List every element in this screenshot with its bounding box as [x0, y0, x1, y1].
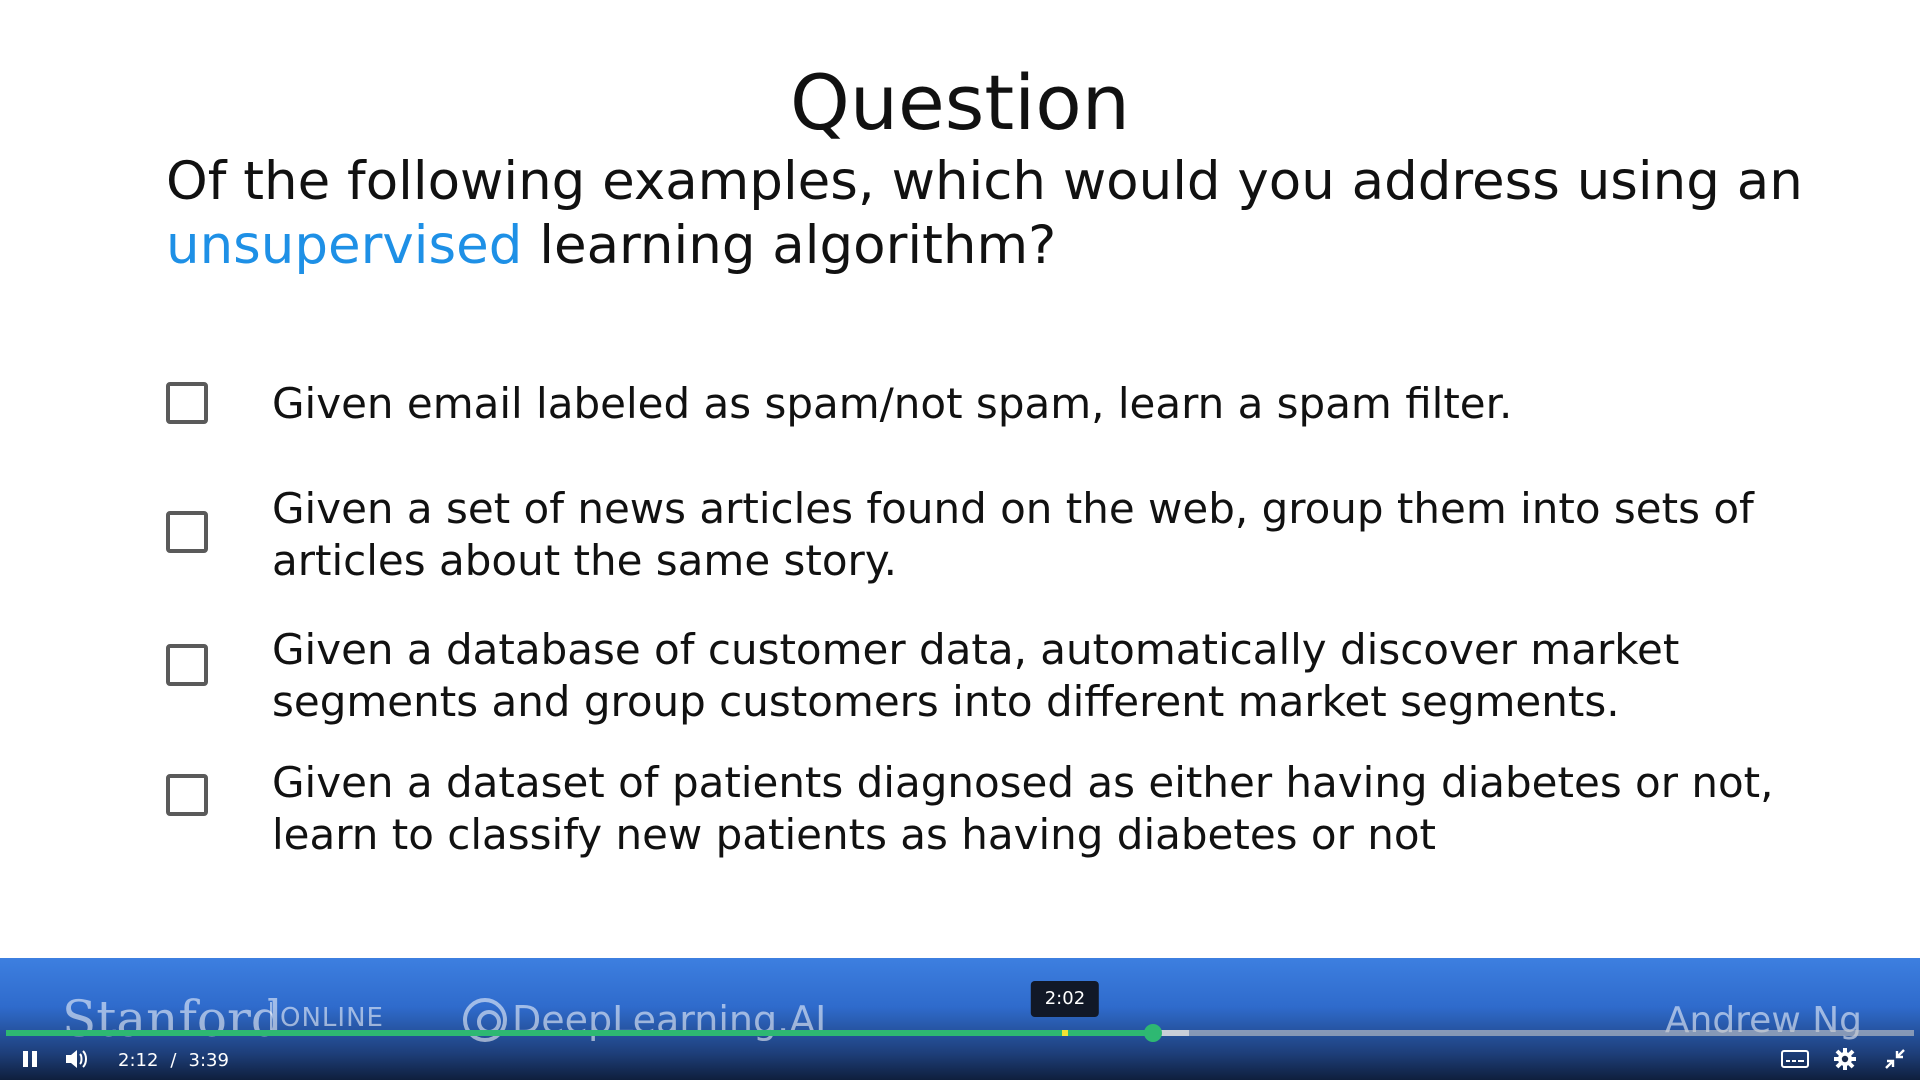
question-text: Of the following examples, which would y…: [166, 150, 1806, 278]
checkbox[interactable]: [166, 774, 208, 816]
time-display: 2:12 / 3:39: [118, 1050, 235, 1071]
duration: 3:39: [188, 1050, 229, 1071]
player-controls: 2:12 / 3:39: [0, 1040, 1920, 1080]
seek-hover-marker: [1061, 1030, 1068, 1036]
question-prefix: Of the following examples, which would y…: [166, 151, 1803, 212]
checkbox[interactable]: [166, 644, 208, 686]
online-logo-text: ONLINE: [280, 1003, 384, 1033]
pause-icon: [20, 1049, 40, 1069]
option-label: Given email labeled as spam/not spam, le…: [272, 379, 1513, 428]
captions-button[interactable]: [1778, 1042, 1812, 1076]
slide: Question Of the following examples, whic…: [0, 0, 1920, 958]
time-separator: /: [170, 1050, 177, 1071]
volume-icon: [64, 1048, 88, 1070]
exit-fullscreen-button[interactable]: [1878, 1042, 1912, 1076]
settings-button[interactable]: [1828, 1042, 1862, 1076]
settings-icon: [1833, 1047, 1857, 1071]
question-highlight: unsupervised: [166, 215, 523, 276]
checkbox[interactable]: [166, 511, 208, 553]
current-time: 2:12: [118, 1050, 159, 1071]
option-label: Given a database of customer data, autom…: [272, 625, 1680, 726]
pause-button[interactable]: [12, 1042, 48, 1076]
option-label: Given a dataset of patients diagnosed as…: [272, 758, 1774, 859]
exit-fullscreen-icon: [1884, 1048, 1906, 1070]
captions-icon: [1781, 1049, 1809, 1069]
volume-button[interactable]: [58, 1042, 94, 1076]
seek-bar[interactable]: [6, 1024, 1914, 1042]
slide-title: Question: [790, 58, 1130, 147]
checkbox[interactable]: [166, 382, 208, 424]
seek-bar-played: [6, 1030, 1153, 1036]
question-suffix: learning algorithm?: [522, 215, 1057, 276]
option-label: Given a set of news articles found on th…: [272, 484, 1754, 585]
seek-time-tooltip: 2:02: [1030, 981, 1100, 1017]
